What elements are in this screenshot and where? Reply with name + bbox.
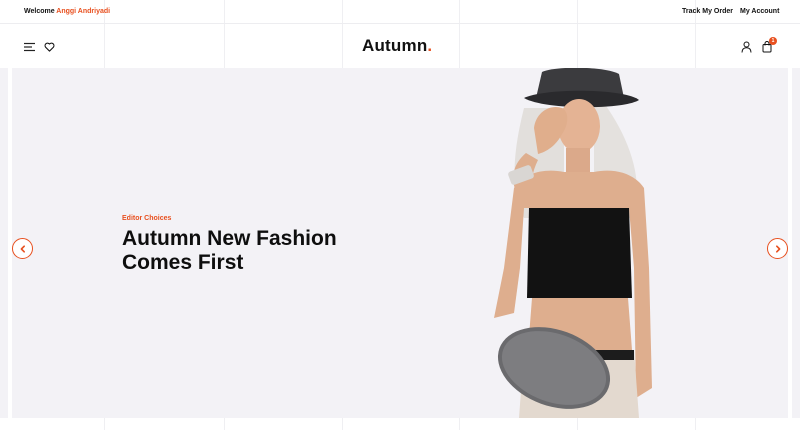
next-slide-peek: [792, 68, 800, 418]
hero-headline-line1: Autumn New Fashion: [122, 227, 337, 250]
hero-slider: Editor Choices Autumn New Fashion Comes …: [12, 68, 788, 418]
my-account-link[interactable]: My Account: [740, 8, 779, 15]
main-header: Autumn.: [0, 24, 800, 68]
next-slide-button[interactable]: [767, 238, 788, 259]
chevron-right-icon: [774, 240, 782, 258]
user-name[interactable]: Anggi Andriyadi: [56, 8, 110, 15]
site-logo[interactable]: Autumn.: [362, 36, 432, 56]
hero-eyebrow: Editor Choices: [122, 215, 172, 222]
menu-icon[interactable]: [24, 39, 36, 57]
top-bar: Welcome Anggi Andriyadi Track My Order M…: [0, 0, 800, 24]
track-order-link[interactable]: Track My Order: [682, 8, 733, 15]
heart-icon[interactable]: [44, 39, 55, 57]
logo-text: Autumn: [362, 36, 428, 55]
logo-dot: .: [427, 36, 433, 55]
hero-headline-line2: Comes First: [122, 251, 244, 274]
hero-model-image: [494, 68, 652, 418]
user-icon[interactable]: [741, 40, 752, 58]
prev-slide-peek: [0, 68, 8, 418]
hero-headline: Autumn New Fashion Comes First: [122, 227, 337, 275]
welcome-message: Welcome Anggi Andriyadi: [24, 8, 110, 15]
cart-count-badge: 1: [769, 37, 777, 45]
prev-slide-button[interactable]: [12, 238, 33, 259]
welcome-prefix: Welcome: [24, 8, 55, 15]
chevron-left-icon: [19, 240, 27, 258]
